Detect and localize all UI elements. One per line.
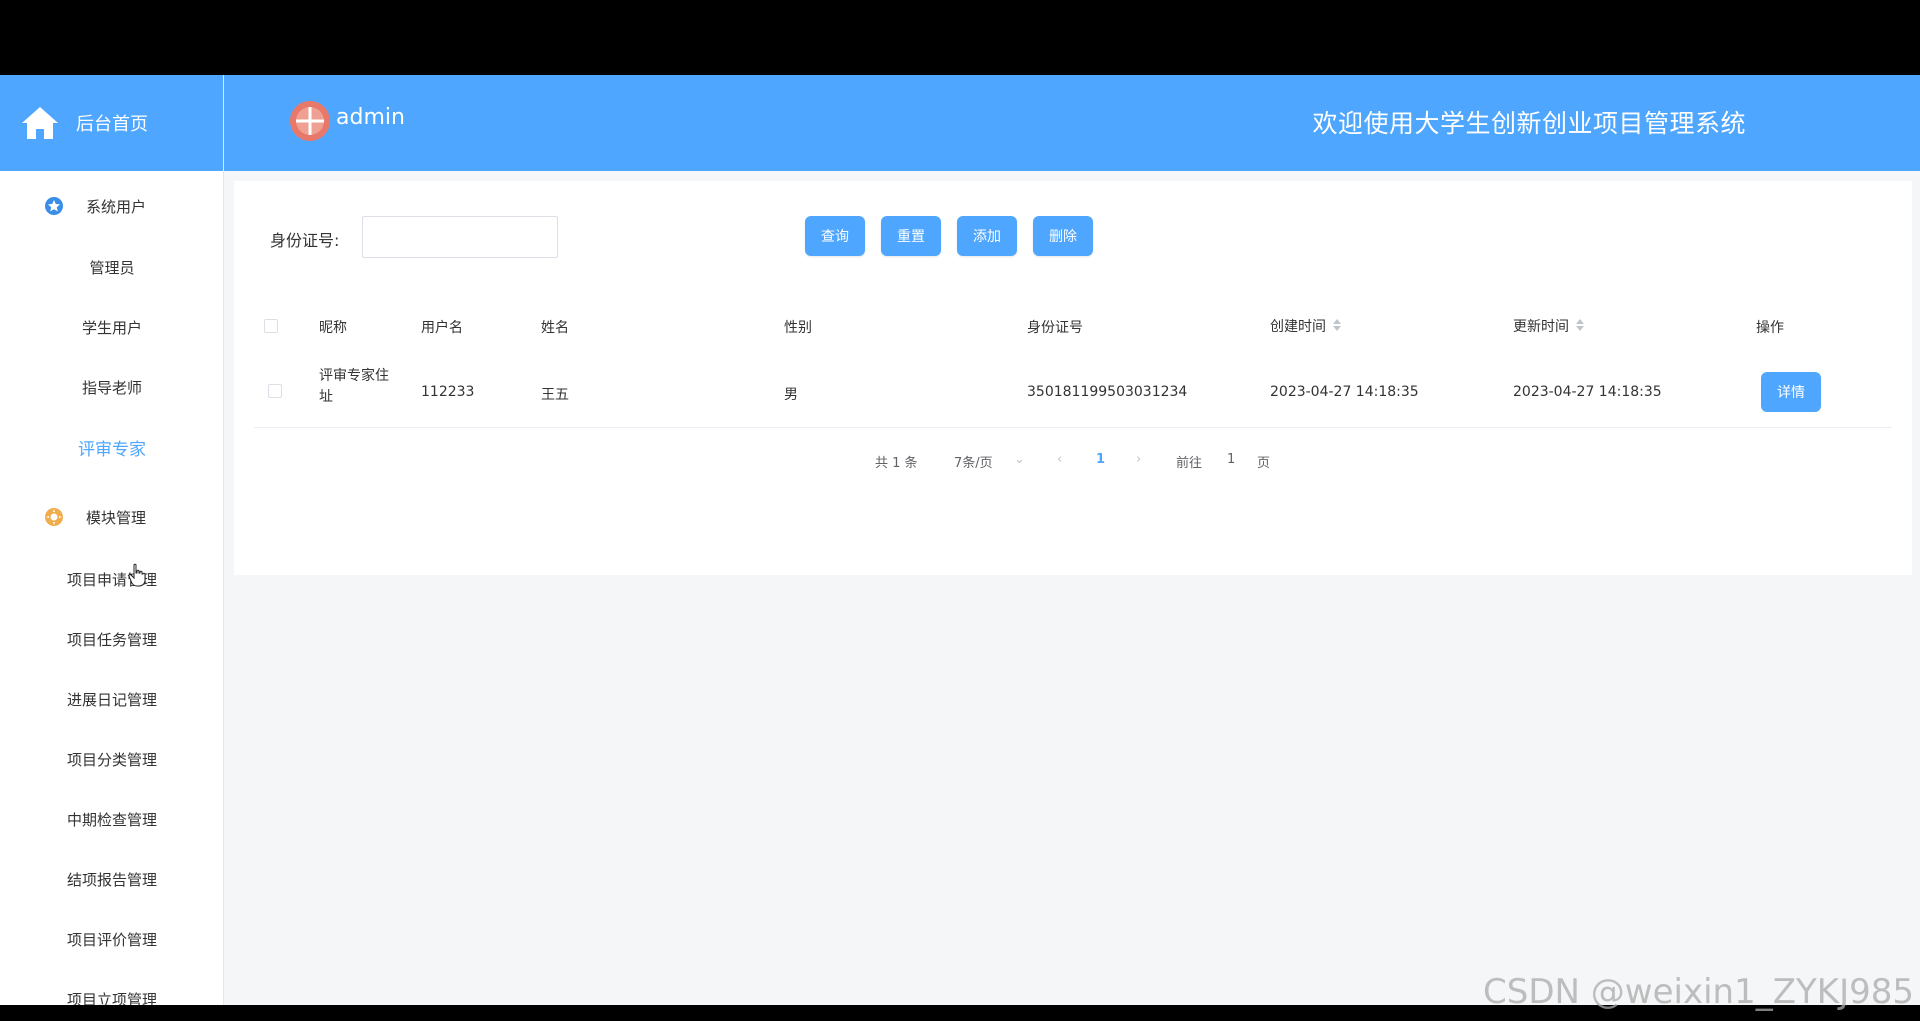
- sidebar-item-admin[interactable]: 管理员: [0, 237, 223, 297]
- menu-group-label: 模块管理: [86, 508, 147, 527]
- column-header-gender: 性别: [784, 320, 812, 336]
- row-divider: [254, 427, 1892, 428]
- pagination-total: 共 1 条: [875, 456, 918, 471]
- cell-username: 112233: [421, 384, 475, 400]
- home-label: 后台首页: [76, 114, 148, 135]
- sidebar-item-midterm-check[interactable]: 中期检查管理: [0, 789, 223, 849]
- menu-group-system-users[interactable]: 系统用户: [0, 175, 223, 237]
- star-icon: [45, 197, 63, 215]
- column-header-created[interactable]: 创建时间: [1270, 316, 1326, 336]
- search-label: 身份证号:: [270, 231, 340, 250]
- menu-group-label: 系统用户: [86, 197, 147, 216]
- sidebar-item-project-apply[interactable]: 项目申请管理: [0, 549, 223, 609]
- column-header-username: 用户名: [421, 320, 463, 336]
- sidebar-item-project-tasks[interactable]: 项目任务管理: [0, 609, 223, 669]
- goto-page-input[interactable]: 1: [1227, 452, 1235, 467]
- cell-gender: 男: [784, 387, 798, 403]
- mouse-cursor-icon: [128, 563, 146, 587]
- delete-button[interactable]: 删除: [1033, 216, 1093, 256]
- cell-updated: 2023-04-27 14:18:35: [1513, 384, 1662, 400]
- column-header-name: 姓名: [541, 320, 569, 336]
- chevron-down-icon[interactable]: ⌄: [1014, 452, 1025, 467]
- column-header-nickname: 昵称: [319, 320, 347, 336]
- id-number-search-input[interactable]: [362, 216, 558, 258]
- sidebar-item-teachers[interactable]: 指导老师: [0, 357, 223, 417]
- page-title: 欢迎使用大学生创新创业项目管理系统: [1312, 109, 1746, 138]
- screen: 后台首页 系统用户 管理员 学生用户 指导老师 评审专家 模块管理 项目申请管理…: [0, 0, 1920, 1021]
- sidebar: 后台首页 系统用户 管理员 学生用户 指导老师 评审专家 模块管理 项目申请管理…: [0, 75, 224, 1005]
- sidebar-item-project-approval[interactable]: 项目立项管理: [0, 969, 223, 1006]
- cell-nickname-line2: 址: [319, 389, 333, 405]
- reset-button[interactable]: 重置: [881, 216, 941, 256]
- sidebar-item-experts[interactable]: 评审专家: [0, 417, 223, 477]
- next-page-icon[interactable]: ›: [1136, 452, 1141, 467]
- row-checkbox[interactable]: [268, 384, 282, 398]
- header-bar: admin 欢迎使用大学生创新创业项目管理系统: [224, 75, 1920, 171]
- cell-created: 2023-04-27 14:18:35: [1270, 384, 1419, 400]
- column-header-id-number: 身份证号: [1027, 320, 1083, 336]
- sort-icon[interactable]: [1332, 318, 1342, 332]
- prev-page-icon[interactable]: ‹: [1057, 452, 1062, 467]
- current-page[interactable]: 1: [1096, 452, 1105, 467]
- select-all-checkbox[interactable]: [264, 319, 278, 333]
- add-button[interactable]: 添加: [957, 216, 1017, 256]
- avatar[interactable]: [290, 101, 330, 141]
- goto-suffix: 页: [1257, 456, 1271, 471]
- page-size-select[interactable]: 7条/页: [954, 452, 993, 471]
- detail-button[interactable]: 详情: [1761, 372, 1821, 412]
- sidebar-item-progress-diary[interactable]: 进展日记管理: [0, 669, 223, 729]
- user-name: admin: [336, 105, 405, 130]
- sidebar-item-project-category[interactable]: 项目分类管理: [0, 729, 223, 789]
- app-window: 后台首页 系统用户 管理员 学生用户 指导老师 评审专家 模块管理 项目申请管理…: [0, 75, 1920, 1005]
- sort-icon[interactable]: [1575, 318, 1585, 332]
- cell-id-number: 350181199503031234: [1027, 384, 1188, 400]
- goto-prefix: 前往: [1176, 456, 1203, 471]
- sidebar-item-students[interactable]: 学生用户: [0, 297, 223, 357]
- menu-group-modules[interactable]: 模块管理: [0, 486, 223, 548]
- query-button[interactable]: 查询: [805, 216, 865, 256]
- home-icon: [22, 107, 58, 139]
- watermark: CSDN @weixin1_ZYKJ985: [1483, 972, 1914, 1012]
- gear-icon: [45, 508, 63, 526]
- column-header-updated[interactable]: 更新时间: [1513, 316, 1569, 336]
- column-header-actions: 操作: [1756, 320, 1784, 336]
- cell-nickname-line1: 评审专家住: [319, 368, 389, 384]
- cell-name: 王五: [541, 387, 569, 403]
- sidebar-item-project-evaluation[interactable]: 项目评价管理: [0, 909, 223, 969]
- content-card: 身份证号: 查询 重置 添加 删除 昵称 用户名 姓名 性别 身份证号 创建时间…: [234, 181, 1912, 575]
- sidebar-item-final-report[interactable]: 结项报告管理: [0, 849, 223, 909]
- avatar-icon: [290, 101, 330, 141]
- sidebar-home-link[interactable]: 后台首页: [0, 75, 223, 171]
